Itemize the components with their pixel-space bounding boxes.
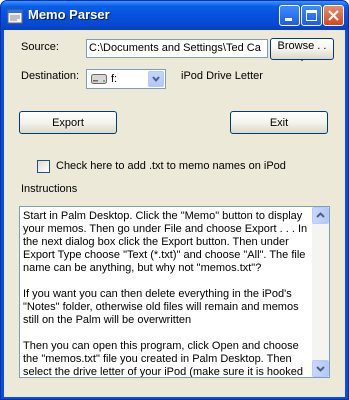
chevron-down-icon: [152, 76, 160, 83]
drive-letter-hint: iPod Drive Letter: [181, 70, 263, 82]
maximize-button[interactable]: [301, 5, 322, 26]
scroll-down-button[interactable]: [312, 360, 329, 377]
chevron-up-icon: [316, 212, 325, 218]
minimize-icon: [285, 18, 292, 21]
client-area: Source: C:\Documents and Settings\Ted Ca…: [4, 30, 345, 397]
instructions-paragraph: Start in Palm Desktop. Click the "Memo" …: [23, 210, 308, 274]
add-txt-label[interactable]: Check here to add .txt to memo names on …: [56, 160, 286, 172]
instructions-textarea[interactable]: Start in Palm Desktop. Click the "Memo" …: [19, 206, 330, 378]
drive-icon: [91, 74, 107, 84]
drive-select[interactable]: f:: [86, 69, 166, 89]
app-icon: [7, 9, 23, 24]
close-icon: [328, 10, 339, 21]
instructions-label: Instructions: [21, 183, 78, 195]
title-bar[interactable]: Memo Parser: [1, 1, 348, 30]
memo-parser-window: Memo Parser Source: C:\Documents and Set…: [0, 0, 349, 400]
instructions-paragraph: Then you can open this program, click Op…: [23, 340, 304, 378]
destination-label: Destination:: [21, 70, 80, 82]
dropdown-arrow[interactable]: [148, 71, 164, 87]
instructions-text: Start in Palm Desktop. Click the "Memo" …: [23, 210, 312, 378]
chevron-down-icon: [316, 366, 325, 372]
instructions-paragraph: If you want you can then delete everythi…: [23, 288, 299, 326]
scroll-up-button[interactable]: [312, 207, 329, 224]
minimize-button[interactable]: [279, 5, 300, 26]
window-title: Memo Parser: [28, 7, 110, 22]
export-button[interactable]: Export: [19, 111, 117, 134]
source-label: Source:: [21, 41, 59, 53]
close-button[interactable]: [323, 5, 344, 26]
source-path-field[interactable]: C:\Documents and Settings\Ted Ca: [86, 39, 268, 58]
add-txt-checkbox[interactable]: [37, 160, 50, 173]
browse-button[interactable]: Browse . . .: [270, 38, 334, 64]
vertical-scrollbar[interactable]: [312, 207, 329, 377]
maximize-icon: [306, 10, 317, 21]
drive-selected-value: f:: [111, 73, 118, 85]
exit-button[interactable]: Exit: [230, 111, 328, 134]
